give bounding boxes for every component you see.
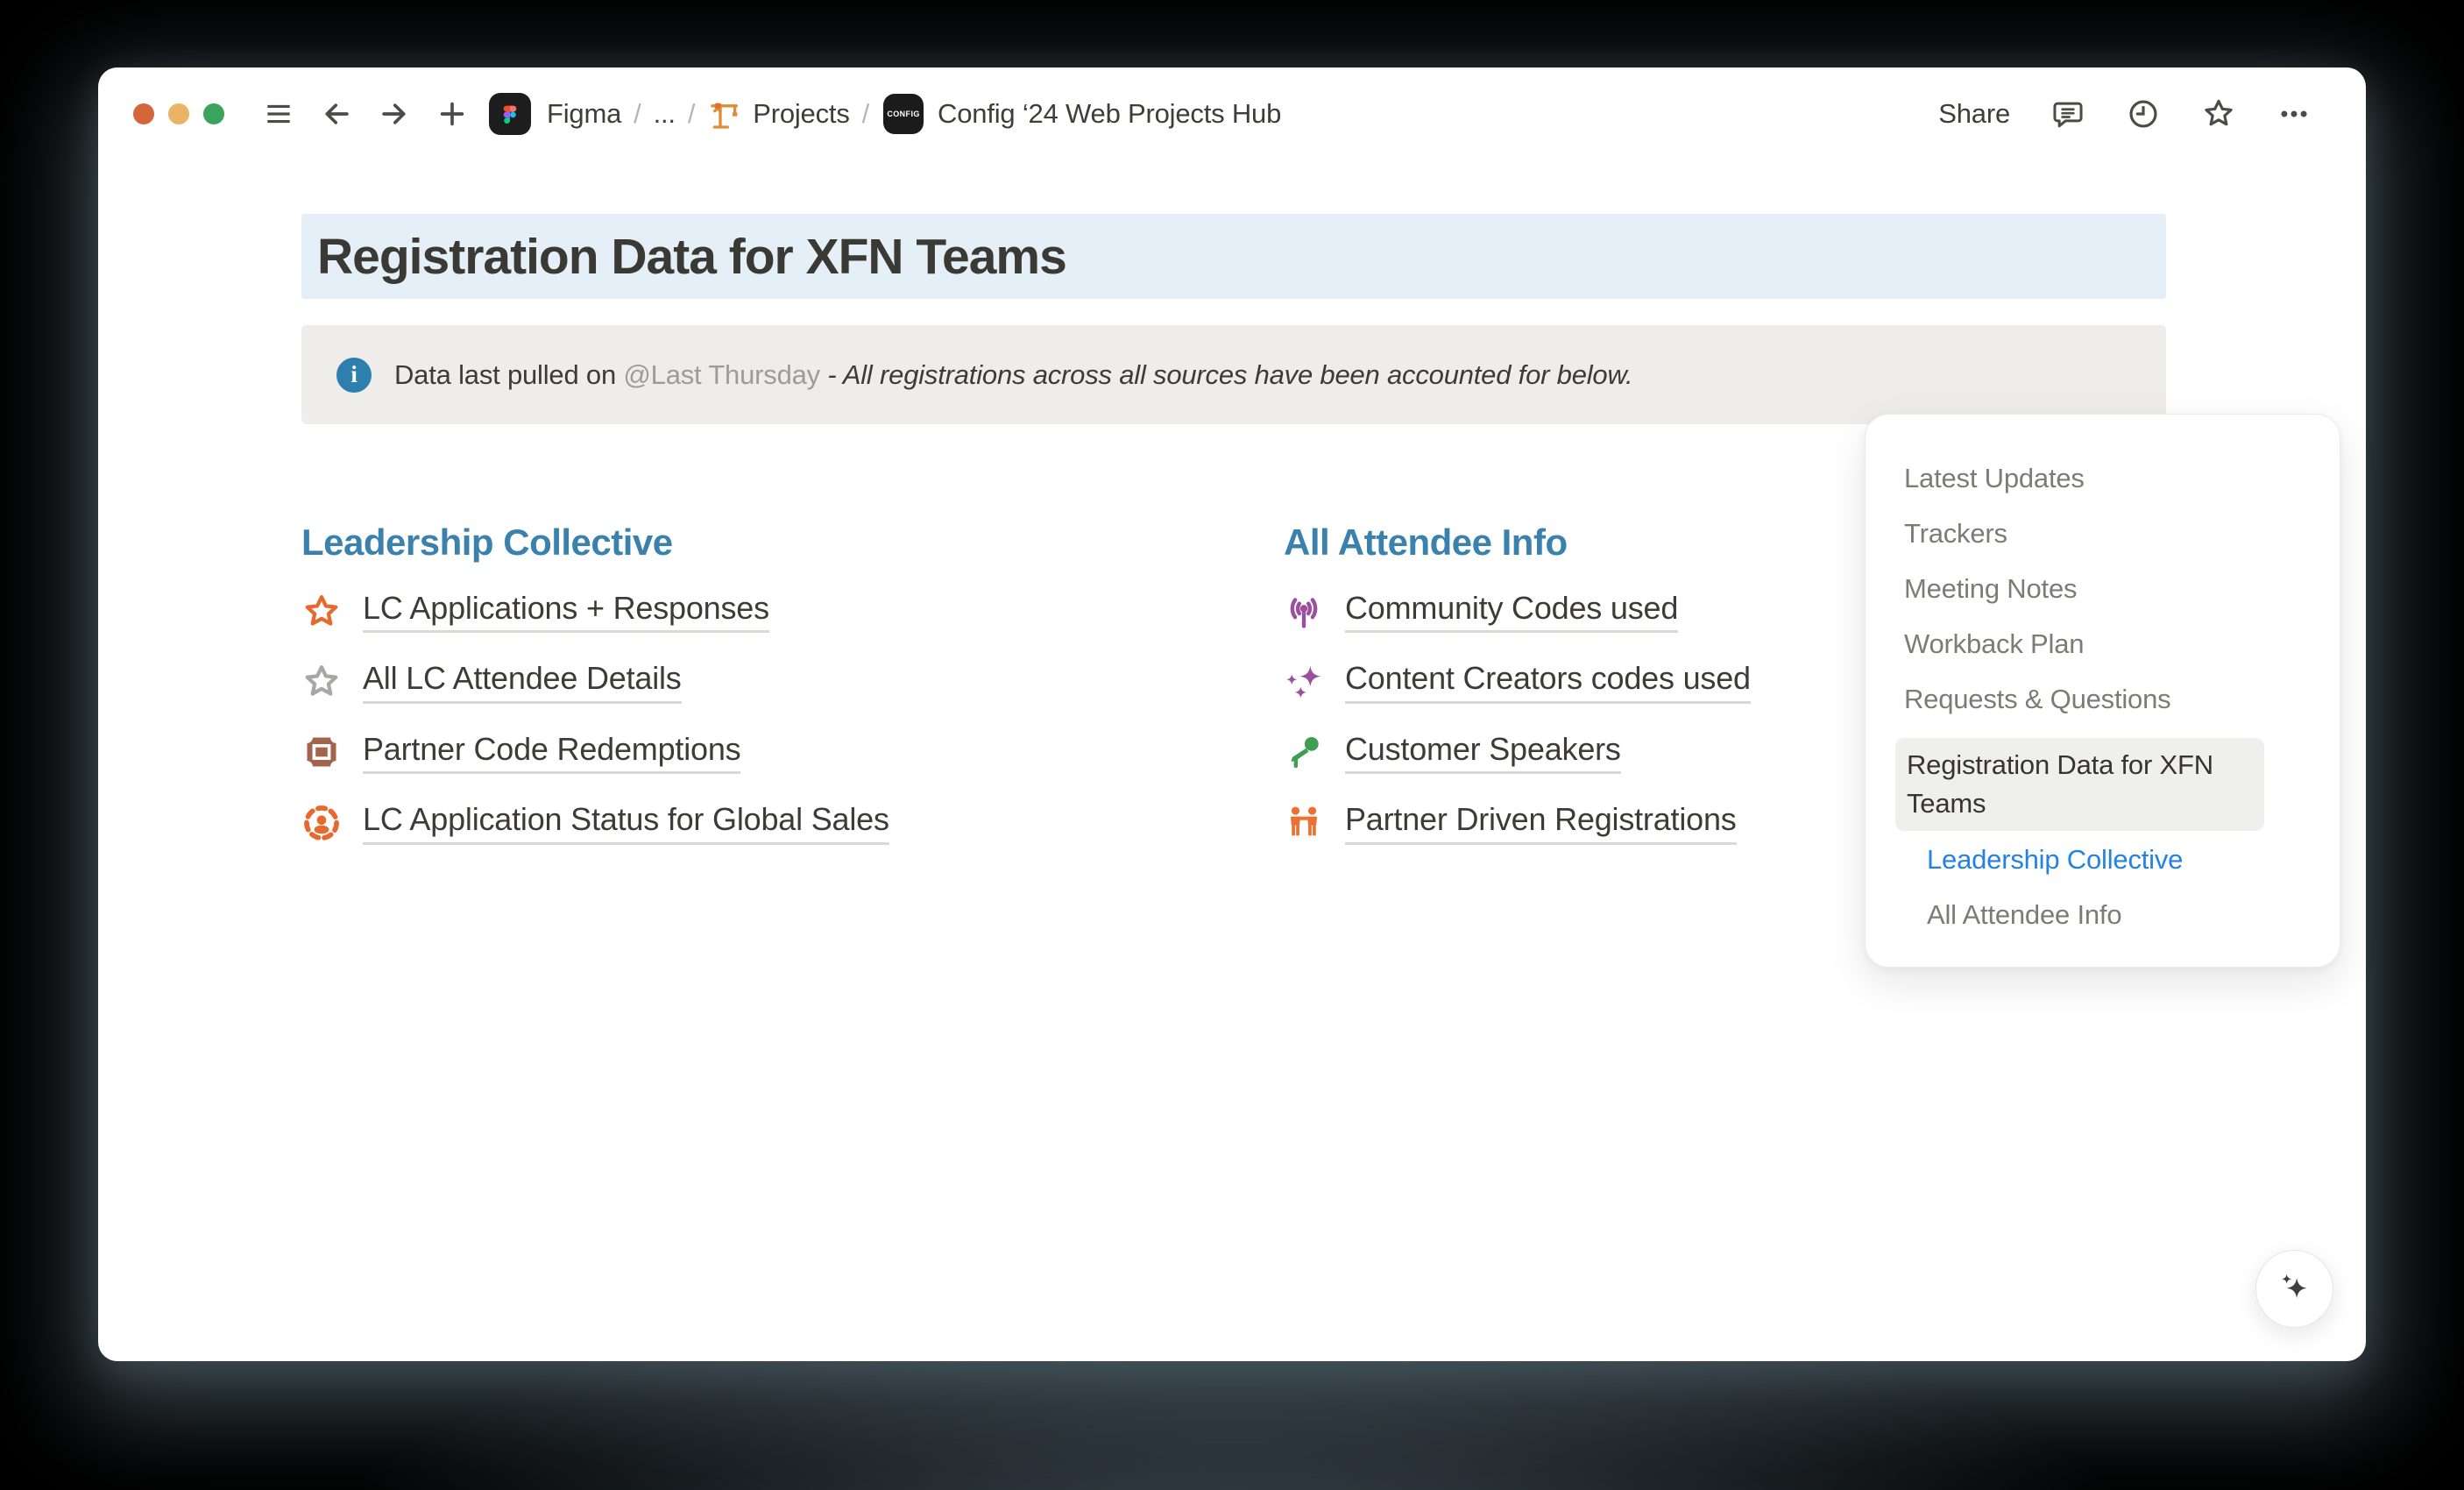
microphone-green-icon: [1284, 732, 1324, 772]
figma-logo-icon[interactable]: [489, 93, 531, 135]
star-gray-icon: [301, 662, 342, 702]
frame-brown-icon: [301, 732, 342, 772]
zoom-window-button[interactable]: [203, 103, 224, 124]
broadcast-purple-icon: [1284, 592, 1324, 632]
sparkles-icon: [2275, 1269, 2315, 1309]
people-orange-icon: [1284, 803, 1324, 843]
breadcrumb: Figma / ... / Projects / CONFIG Config ‘…: [489, 93, 1281, 135]
app-window: Figma / ... / Projects / CONFIG Config ‘…: [98, 67, 2366, 1361]
ai-assistant-button[interactable]: [2255, 1250, 2333, 1328]
more-options-icon[interactable]: [2276, 96, 2312, 131]
back-icon[interactable]: [319, 96, 354, 131]
new-tab-icon[interactable]: [435, 96, 470, 131]
toolbar: Figma / ... / Projects / CONFIG Config ‘…: [98, 67, 2366, 160]
config-badge-icon: CONFIG: [883, 94, 924, 134]
toc-item-trackers[interactable]: Trackers: [1904, 517, 2317, 550]
traffic-lights: [133, 103, 224, 124]
favorite-star-icon[interactable]: [2201, 96, 2236, 131]
list-item: LC Application Status for Global Sales: [301, 801, 1221, 844]
breadcrumb-separator: /: [862, 98, 869, 130]
toc-item-requests-questions[interactable]: Requests & Questions: [1904, 683, 2317, 716]
date-mention[interactable]: @Last Thursday: [623, 359, 820, 390]
breadcrumb-separator: /: [688, 98, 695, 130]
toc-item-latest-updates[interactable]: Latest Updates: [1904, 462, 2317, 495]
toolbar-actions: Share: [1938, 96, 2312, 131]
forward-icon[interactable]: [377, 96, 412, 131]
toc-item-workback-plan[interactable]: Workback Plan: [1904, 628, 2317, 661]
star-orange-icon: [301, 592, 342, 632]
info-callout: i Data last pulled on @Last Thursday - A…: [301, 325, 2166, 424]
toc-subitem-all-attendee-info[interactable]: All Attendee Info: [1927, 898, 2317, 932]
page-link[interactable]: Content Creators codes used: [1345, 660, 1751, 703]
page-link[interactable]: LC Applications + Responses: [363, 590, 769, 633]
page-link[interactable]: Partner Code Redemptions: [363, 731, 740, 774]
minimize-window-button[interactable]: [168, 103, 189, 124]
toc-item-meeting-notes[interactable]: Meeting Notes: [1904, 572, 2317, 606]
breadcrumb-collapsed[interactable]: ...: [654, 98, 676, 130]
page-link[interactable]: Customer Speakers: [1345, 731, 1621, 774]
share-button[interactable]: Share: [1938, 98, 2010, 130]
section-leadership-collective: Leadership Collective LC Applications + …: [301, 522, 1221, 872]
page-title[interactable]: Registration Data for XFN Teams: [317, 228, 1066, 286]
desktop-background: Figma / ... / Projects / CONFIG Config ‘…: [0, 0, 2464, 1490]
breadcrumb-folder[interactable]: Projects: [753, 98, 849, 130]
sidebar-menu-icon[interactable]: [261, 96, 296, 131]
section-heading: Leadership Collective: [301, 522, 1221, 564]
close-window-button[interactable]: [133, 103, 154, 124]
nav-icons: [261, 96, 470, 131]
toc-item-active-registration-data[interactable]: Registration Data for XFN Teams: [1895, 738, 2264, 831]
comments-icon[interactable]: [2050, 96, 2085, 131]
dotted-circle-person-icon: [301, 803, 342, 843]
breadcrumb-separator: /: [634, 98, 641, 130]
page-link[interactable]: All LC Attendee Details: [363, 660, 682, 703]
breadcrumb-page[interactable]: Config ‘24 Web Projects Hub: [938, 98, 1281, 130]
table-of-contents-panel: Latest Updates Trackers Meeting Notes Wo…: [1865, 414, 2340, 968]
list-item: LC Applications + Responses: [301, 590, 1221, 633]
sparkles-purple-icon: [1284, 662, 1324, 702]
page-title-highlight: Registration Data for XFN Teams: [301, 214, 2166, 299]
toc-subitem-leadership-collective[interactable]: Leadership Collective: [1927, 843, 2317, 876]
page-link[interactable]: Partner Driven Registrations: [1345, 801, 1737, 844]
breadcrumb-app[interactable]: Figma: [547, 98, 621, 130]
list-item: Partner Code Redemptions: [301, 731, 1221, 774]
callout-text: Data last pulled on @Last Thursday - All…: [394, 359, 1632, 391]
info-icon: i: [336, 358, 372, 393]
version-history-icon[interactable]: [2126, 96, 2161, 131]
page-link[interactable]: Community Codes used: [1345, 590, 1678, 633]
list-item: All LC Attendee Details: [301, 660, 1221, 703]
page-link[interactable]: LC Application Status for Global Sales: [363, 801, 889, 844]
crane-icon: [707, 96, 742, 131]
